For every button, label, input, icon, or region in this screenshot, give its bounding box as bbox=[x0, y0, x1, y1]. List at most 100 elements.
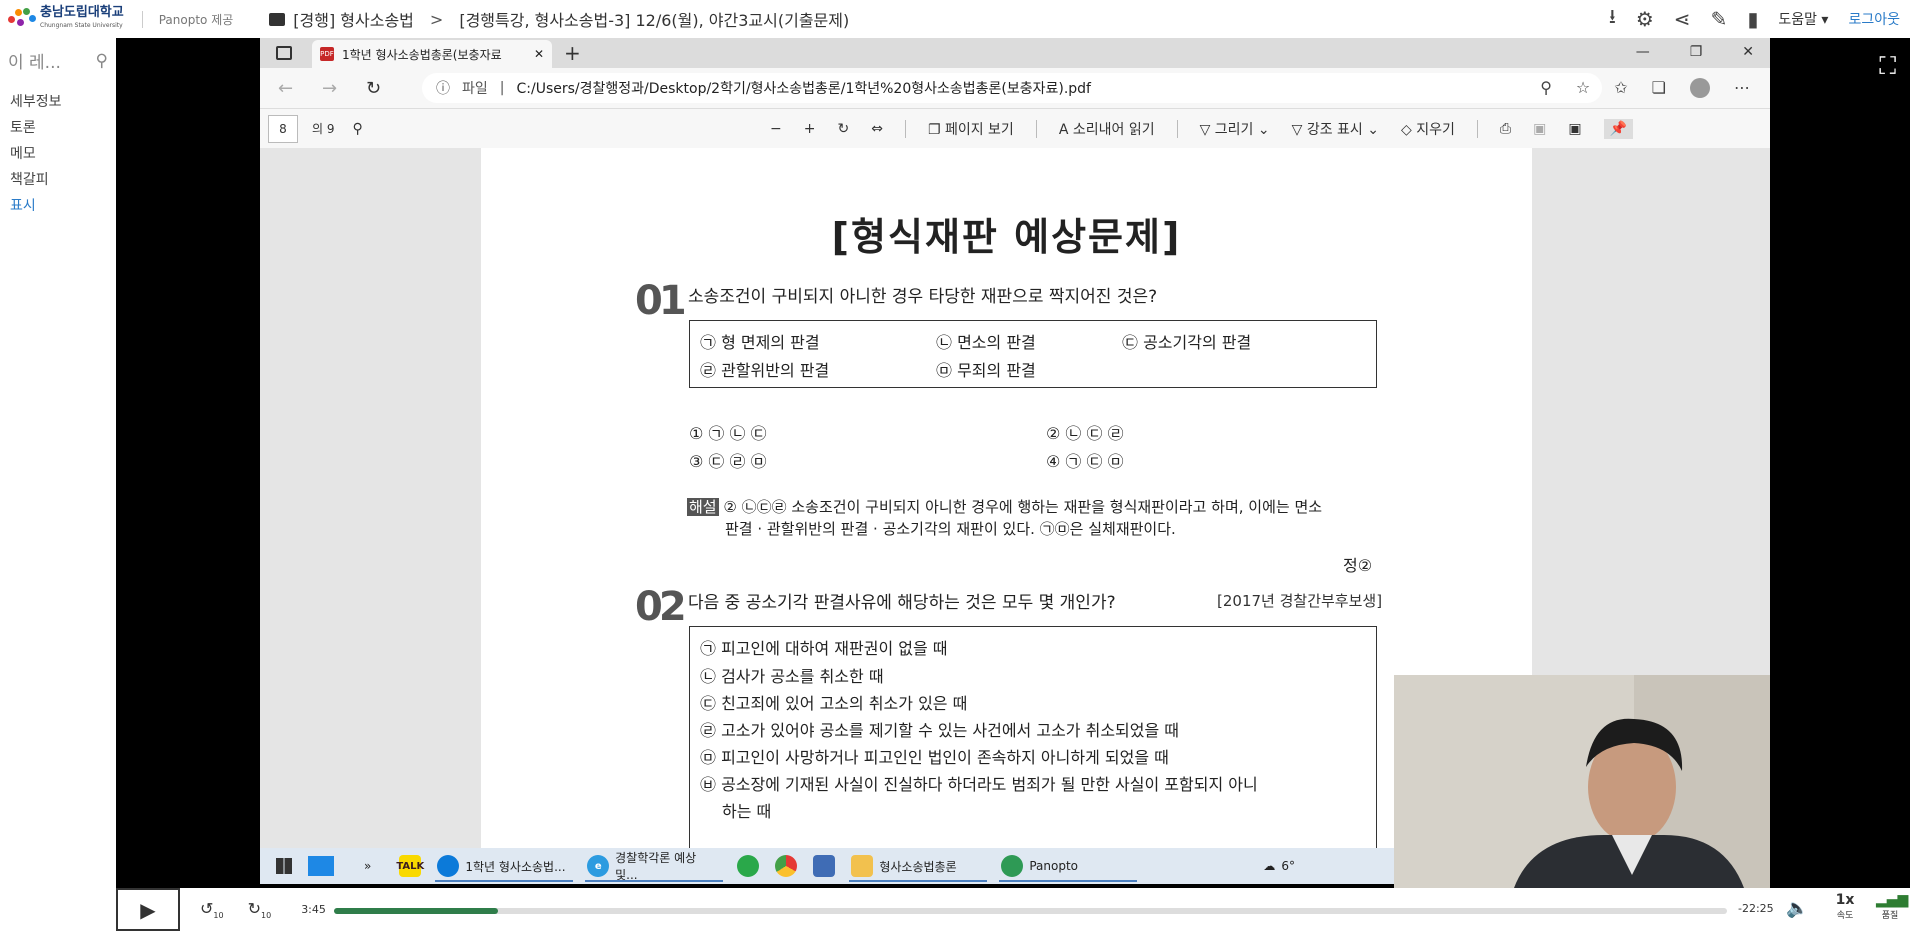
logo-icon bbox=[6, 6, 36, 32]
close-window-icon[interactable]: ✕ bbox=[1742, 44, 1754, 60]
app-green-icon bbox=[737, 855, 760, 877]
option: ① ㉠ ㉡ ㉢ bbox=[689, 424, 767, 443]
page-view-button[interactable]: ❐ 페이지 보기 bbox=[928, 119, 1014, 139]
taskbar-item[interactable]: 형사소송법총론 bbox=[843, 848, 993, 884]
gear-icon[interactable]: ⚙ bbox=[1636, 7, 1654, 31]
remaining-time: -22:25 bbox=[1738, 902, 1774, 915]
taskbar-kakaotalk[interactable]: TALK bbox=[391, 848, 429, 884]
desktop-icon[interactable] bbox=[308, 856, 334, 876]
print-icon[interactable]: ⎙ bbox=[1500, 121, 1511, 137]
page-title: [형식재판 예상문제] bbox=[831, 215, 1182, 259]
statement-box: ㉠ 피고인에 대하여 재판권이 없을 때 ㉡ 검사가 공소를 취소한 때 ㉢ 친… bbox=[689, 626, 1377, 848]
taskbar-item[interactable]: Panopto bbox=[993, 848, 1143, 884]
taskbar-item[interactable]: 1학년 형사소송법... bbox=[429, 848, 579, 884]
save-as-icon[interactable]: ▣ bbox=[1568, 121, 1581, 137]
info-icon[interactable]: ⓘ bbox=[436, 78, 450, 98]
refresh-icon[interactable]: ↻ bbox=[366, 78, 392, 99]
edit-icon[interactable]: ✎ bbox=[1711, 7, 1728, 31]
signal-icon: ▂▄▆ bbox=[1876, 892, 1909, 908]
url-text: C:/Users/경찰행정과/Desktop/2학기/형사소송법총론/1학년%2… bbox=[516, 81, 1091, 97]
favorites-list-icon[interactable]: ✩ bbox=[1614, 78, 1627, 98]
draw-button[interactable]: ▽ 그리기 ⌄ bbox=[1200, 119, 1270, 139]
back-icon[interactable]: ← bbox=[278, 78, 304, 99]
highlight-button[interactable]: ▽ 강조 표시 ⌄ bbox=[1292, 119, 1379, 139]
erase-button[interactable]: ◇ 지우기 bbox=[1401, 119, 1455, 139]
save-icon[interactable]: ▣ bbox=[1533, 121, 1546, 137]
taskbar-app[interactable] bbox=[729, 848, 767, 884]
question-text: 다음 중 공소기각 판결사유에 해당하는 것은 모두 몇 개인가? bbox=[688, 593, 1116, 613]
sidebar-toggle-icon[interactable] bbox=[276, 46, 292, 60]
zoom-in-icon[interactable]: + bbox=[804, 121, 816, 137]
sidebar-item-bookmarks[interactable]: 책갈피 bbox=[0, 165, 116, 191]
question-text: 소송조건이 구비되지 아니한 경우 타당한 재판으로 짝지어진 것은? bbox=[688, 287, 1158, 307]
download-icon[interactable]: ⭳ bbox=[1609, 2, 1616, 36]
progress-bar[interactable] bbox=[334, 908, 1727, 914]
share-icon[interactable]: ⋖ bbox=[1674, 7, 1691, 31]
collections-icon[interactable]: ❏ bbox=[1652, 78, 1666, 98]
weather-text: 6° bbox=[1281, 859, 1295, 873]
url-field[interactable]: ⓘ 파일 | C:/Users/경찰행정과/Desktop/2학기/형사소송법총… bbox=[422, 73, 1602, 103]
panopto-icon bbox=[1001, 855, 1024, 877]
weather-icon[interactable]: ☁ bbox=[1263, 859, 1275, 873]
pdf-toolbar: 8 의 9 ⚲ − + ↻ ⇔ ❐ 페이지 보기 A 소리내어 읽기 ▽ 그리기… bbox=[260, 108, 1770, 148]
skip-forward-icon[interactable]: ↻10 bbox=[248, 899, 272, 920]
search-icon[interactable]: ⚲ bbox=[96, 51, 108, 71]
recorded-taskbar: » TALK 1학년 형사소송법... e 경찰학각론 예상 및... 형사소송법… bbox=[260, 848, 1400, 884]
pdf-icon: PDF bbox=[320, 47, 334, 61]
taskbar-chrome[interactable] bbox=[767, 848, 805, 884]
speed-button[interactable]: 1x 속도 bbox=[1830, 892, 1860, 921]
rotate-icon[interactable]: ↻ bbox=[837, 121, 849, 137]
tab-title: 1학년 형사소송법총론(보충자료 bbox=[342, 47, 502, 62]
favorite-icon[interactable]: ☆ bbox=[1576, 78, 1590, 98]
play-button[interactable]: ▶ bbox=[116, 888, 180, 931]
stats-icon[interactable]: ▮ bbox=[1747, 7, 1758, 31]
new-tab-icon[interactable]: + bbox=[564, 41, 581, 65]
question-number: 02 bbox=[635, 584, 687, 630]
sidebar-item-details[interactable]: 세부정보 bbox=[0, 87, 116, 113]
fit-page-icon[interactable]: ⇔ bbox=[871, 121, 883, 137]
find-icon[interactable]: ⚲ bbox=[353, 121, 363, 137]
forward-icon[interactable]: → bbox=[322, 78, 348, 99]
ie-icon: e bbox=[587, 855, 610, 877]
search-input[interactable]: 이 레... bbox=[8, 48, 61, 73]
taskbar-app[interactable] bbox=[805, 848, 843, 884]
sidebar-search[interactable]: 이 레... ⚲ bbox=[0, 38, 116, 83]
folder-link[interactable]: [경행] 형사소송법 bbox=[293, 7, 414, 31]
more-icon[interactable]: ⋯ bbox=[1734, 78, 1750, 98]
zoom-out-icon[interactable]: − bbox=[770, 121, 782, 137]
profile-icon[interactable] bbox=[1690, 78, 1710, 98]
app-blue-icon bbox=[813, 855, 836, 877]
kakaotalk-icon: TALK bbox=[396, 855, 424, 877]
windows-start-icon[interactable] bbox=[276, 858, 292, 874]
minimize-icon[interactable]: — bbox=[1636, 44, 1650, 60]
volume-icon[interactable]: 🔈 bbox=[1786, 898, 1808, 919]
university-logo[interactable]: 충남도립대학교 Chungnam State University bbox=[6, 6, 124, 32]
sidebar-item-captions[interactable]: 표시 bbox=[0, 191, 116, 217]
taskbar-item[interactable]: e 경찰학각론 예상 및... bbox=[579, 848, 729, 884]
close-tab-icon[interactable]: ✕ bbox=[534, 47, 544, 61]
webcam-video[interactable] bbox=[1394, 675, 1770, 888]
pin-icon[interactable]: 📌 bbox=[1603, 118, 1633, 139]
breadcrumb: [경행] 형사소송법 > [경행특강, 형사소송법-3] 12/6(월), 야간… bbox=[269, 7, 849, 31]
overflow-icon[interactable]: » bbox=[364, 859, 371, 873]
restore-icon[interactable]: ❐ bbox=[1690, 44, 1703, 60]
option: ② ㉡ ㉢ ㉣ bbox=[1046, 424, 1124, 443]
zoom-icon[interactable]: ⚲ bbox=[1540, 78, 1552, 98]
read-aloud-button[interactable]: A 소리내어 읽기 bbox=[1059, 119, 1155, 139]
help-menu[interactable]: 도움말 ▾ bbox=[1778, 9, 1828, 29]
sidebar-item-notes[interactable]: 메모 bbox=[0, 139, 116, 165]
address-bar: ← → ↻ ⓘ 파일 | C:/Users/경찰행정과/Desktop/2학기/… bbox=[260, 68, 1770, 108]
answer-label: 정② bbox=[1343, 556, 1373, 575]
page-number-input[interactable]: 8 bbox=[268, 114, 298, 143]
presenter-image bbox=[1394, 675, 1770, 888]
quality-button[interactable]: ▂▄▆ 품질 bbox=[1876, 892, 1909, 921]
player-controls: ▶ ↺10 ↻10 3:45 -22:25 🔈 1x 속도 ▂▄▆ 품질 bbox=[116, 888, 1910, 931]
browser-tab[interactable]: PDF 1학년 형사소송법총론(보충자료 ✕ bbox=[312, 40, 552, 68]
sidebar-item-discussion[interactable]: 토론 bbox=[0, 113, 116, 139]
skip-back-icon[interactable]: ↺10 bbox=[200, 899, 224, 920]
fullscreen-icon[interactable]: ⛶ bbox=[1879, 52, 1896, 80]
sidebar: 이 레... ⚲ 세부정보 토론 메모 책갈피 표시 bbox=[0, 38, 116, 893]
option: ③ ㉢ ㉣ ㉤ bbox=[689, 452, 767, 471]
logout-link[interactable]: 로그아웃 bbox=[1848, 9, 1900, 29]
page-total: 의 9 bbox=[312, 122, 335, 136]
